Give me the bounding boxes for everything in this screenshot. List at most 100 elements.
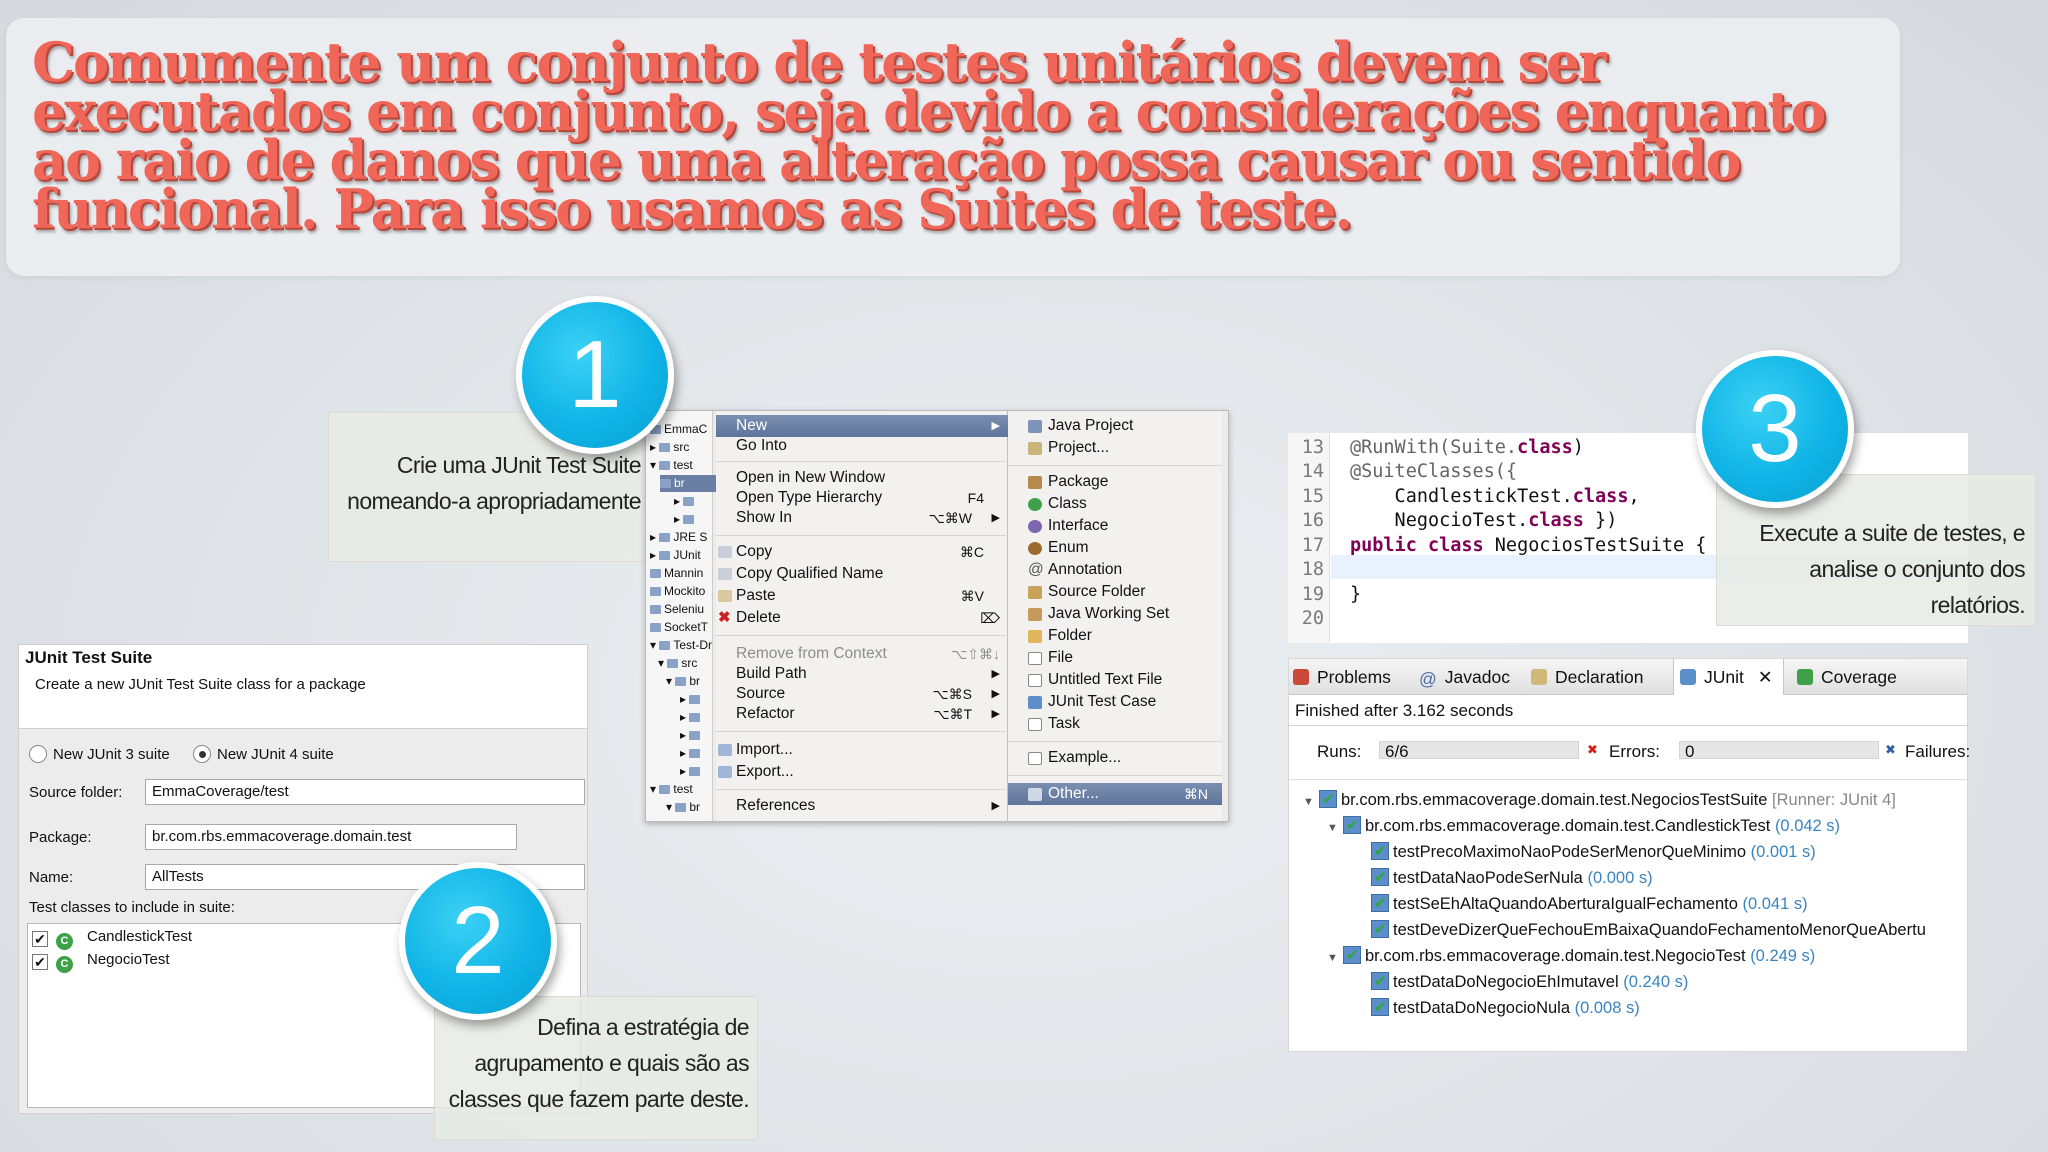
submenu-item-java-working-set[interactable]: Java Working Set [1008, 603, 1222, 625]
list-item[interactable]: ✔ C CandlestickTest [32, 928, 192, 950]
tree-item[interactable]: ▸ JRE S [650, 529, 707, 546]
submenu-item-file[interactable]: File [1008, 647, 1222, 669]
run-status: Finished after 3.162 seconds [1295, 701, 1514, 720]
menu-item-export[interactable]: Export... [716, 761, 1008, 783]
submenu-item-package[interactable]: Package [1008, 471, 1222, 493]
submenu-item-task[interactable]: Task [1008, 713, 1222, 735]
submenu-item-annotation[interactable]: @ Annotation [1008, 559, 1222, 581]
tree-item[interactable]: ▾ test [650, 457, 693, 474]
menu-item-refactor[interactable]: Refactor ⌥⌘T ▶ [716, 703, 1008, 725]
submenu-item-project[interactable]: Project... [1008, 437, 1222, 459]
tab-javadoc[interactable]: @ Javadoc [1419, 659, 1510, 695]
tree-item[interactable]: ▸ [680, 691, 703, 708]
submenu-item-class[interactable]: Class [1008, 493, 1222, 515]
tree-item[interactable]: ▾ test [650, 781, 693, 798]
menu-item-copy[interactable]: Copy ⌘C [716, 541, 1008, 563]
tree-item[interactable]: ▸ [674, 511, 697, 528]
tree-item-selected[interactable]: br [660, 475, 716, 492]
step-1-caption: Crie uma JUnit Test Suite nomeando-a apr… [347, 452, 641, 514]
submenu-item-folder[interactable]: Folder [1008, 625, 1222, 647]
close-icon[interactable]: ✕ [1758, 667, 1773, 687]
project-icon [650, 569, 661, 578]
line-number: 17 [1301, 535, 1324, 556]
menu-item-new[interactable]: New ▶ [716, 415, 1008, 437]
menu-item-go-into[interactable]: Go Into [716, 435, 1008, 457]
submenu-item-interface[interactable]: Interface [1008, 515, 1222, 537]
submenu-item-java-project[interactable]: Java Project [1008, 415, 1222, 437]
checkbox-checked[interactable]: ✔ [32, 931, 48, 947]
source-folder-icon [1028, 586, 1042, 599]
test-pass-icon [1371, 839, 1389, 865]
tree-item[interactable]: ▾ src [658, 655, 697, 672]
test-tree-suite[interactable]: ▼br.com.rbs.emmacoverage.domain.test.Neg… [1303, 787, 1896, 813]
tab-declaration[interactable]: Declaration [1531, 659, 1644, 695]
text-file-icon [1028, 674, 1042, 687]
line-number: 16 [1301, 510, 1324, 531]
submenu-item-other[interactable]: Other... ⌘N [1008, 783, 1222, 805]
tree-item[interactable]: Mockito [650, 583, 705, 600]
tree-item[interactable]: ▾ br [666, 799, 700, 816]
submenu-item-example[interactable]: Example... [1008, 747, 1222, 769]
tree-item[interactable]: Seleniu [650, 601, 704, 618]
delete-icon: ✖ [718, 609, 731, 626]
tree-item[interactable]: ▸ [680, 745, 703, 762]
menu-item-references[interactable]: References ▶ [716, 795, 1008, 817]
submenu-item-source-folder[interactable]: Source Folder [1008, 581, 1222, 603]
menu-item-copy-qualified-name[interactable]: Copy Qualified Name [716, 563, 1008, 585]
menu-item-import[interactable]: Import... [716, 739, 1008, 761]
tab-problems[interactable]: Problems [1293, 659, 1391, 695]
source-folder-field[interactable]: EmmaCoverage/test [145, 779, 585, 805]
menu-item-open-type-hierarchy[interactable]: Open Type Hierarchy F4 [716, 487, 1008, 509]
test-tree-method[interactable]: testDeveDizerQueFechouEmBaixaQuandoFecha… [1371, 917, 1967, 943]
menu-item-open-new-window[interactable]: Open in New Window [716, 467, 1008, 489]
tree-item[interactable]: ▸ [680, 763, 703, 780]
radio-button[interactable] [29, 745, 47, 763]
junit3-radio[interactable]: New JUnit 3 suite [29, 745, 170, 763]
checkbox-checked[interactable]: ✔ [32, 954, 48, 970]
menu-item-delete[interactable]: ✖ Delete ⌦ [716, 607, 1008, 629]
expand-triangle-icon[interactable]: ▼ [1327, 815, 1343, 841]
banner-heading: Comumente um conjunto de testes unitário… [32, 30, 1826, 241]
coverage-icon [1797, 669, 1813, 685]
errors-value: 0 [1685, 742, 1695, 761]
submenu-item-untitled-text-file[interactable]: Untitled Text File [1008, 669, 1222, 691]
expand-triangle-icon[interactable]: ▼ [1327, 945, 1343, 971]
project-icon [1028, 442, 1042, 455]
test-tree-method[interactable]: testDataDoNegocioEhImutavel (0.240 s) [1371, 969, 1688, 995]
radio-button-selected[interactable] [193, 745, 211, 763]
code-line: public class NegociosTestSuite { [1350, 535, 1707, 556]
tree-item[interactable]: ▸ [680, 727, 703, 744]
test-tree-method[interactable]: testSeEhAltaQuandoAberturaIgualFechament… [1371, 891, 1808, 917]
dialog-title: JUnit Test Suite [25, 648, 153, 667]
menu-item-paste[interactable]: Paste ⌘V [716, 585, 1008, 607]
tree-item[interactable]: Mannin [650, 565, 703, 582]
tab-junit[interactable]: JUnit ✕ [1673, 659, 1784, 695]
tree-item[interactable]: EmmaC [650, 421, 707, 438]
tree-item[interactable]: ▸ JUnit [650, 547, 701, 564]
tab-coverage[interactable]: Coverage [1797, 659, 1897, 695]
tree-item[interactable]: ▸ src [650, 439, 689, 456]
test-tree-class[interactable]: ▼br.com.rbs.emmacoverage.domain.test.Neg… [1327, 943, 1815, 969]
file-icon [689, 713, 701, 722]
tree-item[interactable]: ▾ br [666, 673, 700, 690]
tree-item[interactable]: ▸ [680, 709, 703, 726]
test-tree-method[interactable]: testPrecoMaximoNaoPodeSerMenorQueMinimo … [1371, 839, 1816, 865]
junit4-radio[interactable]: New JUnit 4 suite [193, 745, 334, 763]
test-tree-method[interactable]: testDataDoNegocioNula (0.008 s) [1371, 995, 1640, 1021]
tree-item[interactable]: ▸ [674, 493, 697, 510]
file-icon [689, 767, 701, 776]
menu-item-show-in[interactable]: Show In ⌥⌘W ▶ [716, 507, 1008, 529]
submenu-item-junit-test-case[interactable]: JUnit Test Case [1008, 691, 1222, 713]
package-field[interactable]: br.com.rbs.emmacoverage.domain.test [145, 824, 517, 850]
tree-item[interactable]: SocketT [650, 619, 708, 636]
copy-icon [718, 568, 732, 580]
menu-item-source[interactable]: Source ⌥⌘S ▶ [716, 683, 1008, 705]
test-tree-method[interactable]: testDataNaoPodeSerNula (0.000 s) [1371, 865, 1653, 891]
test-tree-class[interactable]: ▼br.com.rbs.emmacoverage.domain.test.Can… [1327, 813, 1840, 839]
menu-item-build-path[interactable]: Build Path ▶ [716, 663, 1008, 685]
list-item[interactable]: ✔ C NegocioTest [32, 951, 170, 973]
submenu-item-enum[interactable]: Enum [1008, 537, 1222, 559]
project-icon [650, 587, 661, 596]
tree-item[interactable]: ▾ Test-Dr [650, 637, 712, 654]
expand-triangle-icon[interactable]: ▼ [1303, 789, 1319, 815]
